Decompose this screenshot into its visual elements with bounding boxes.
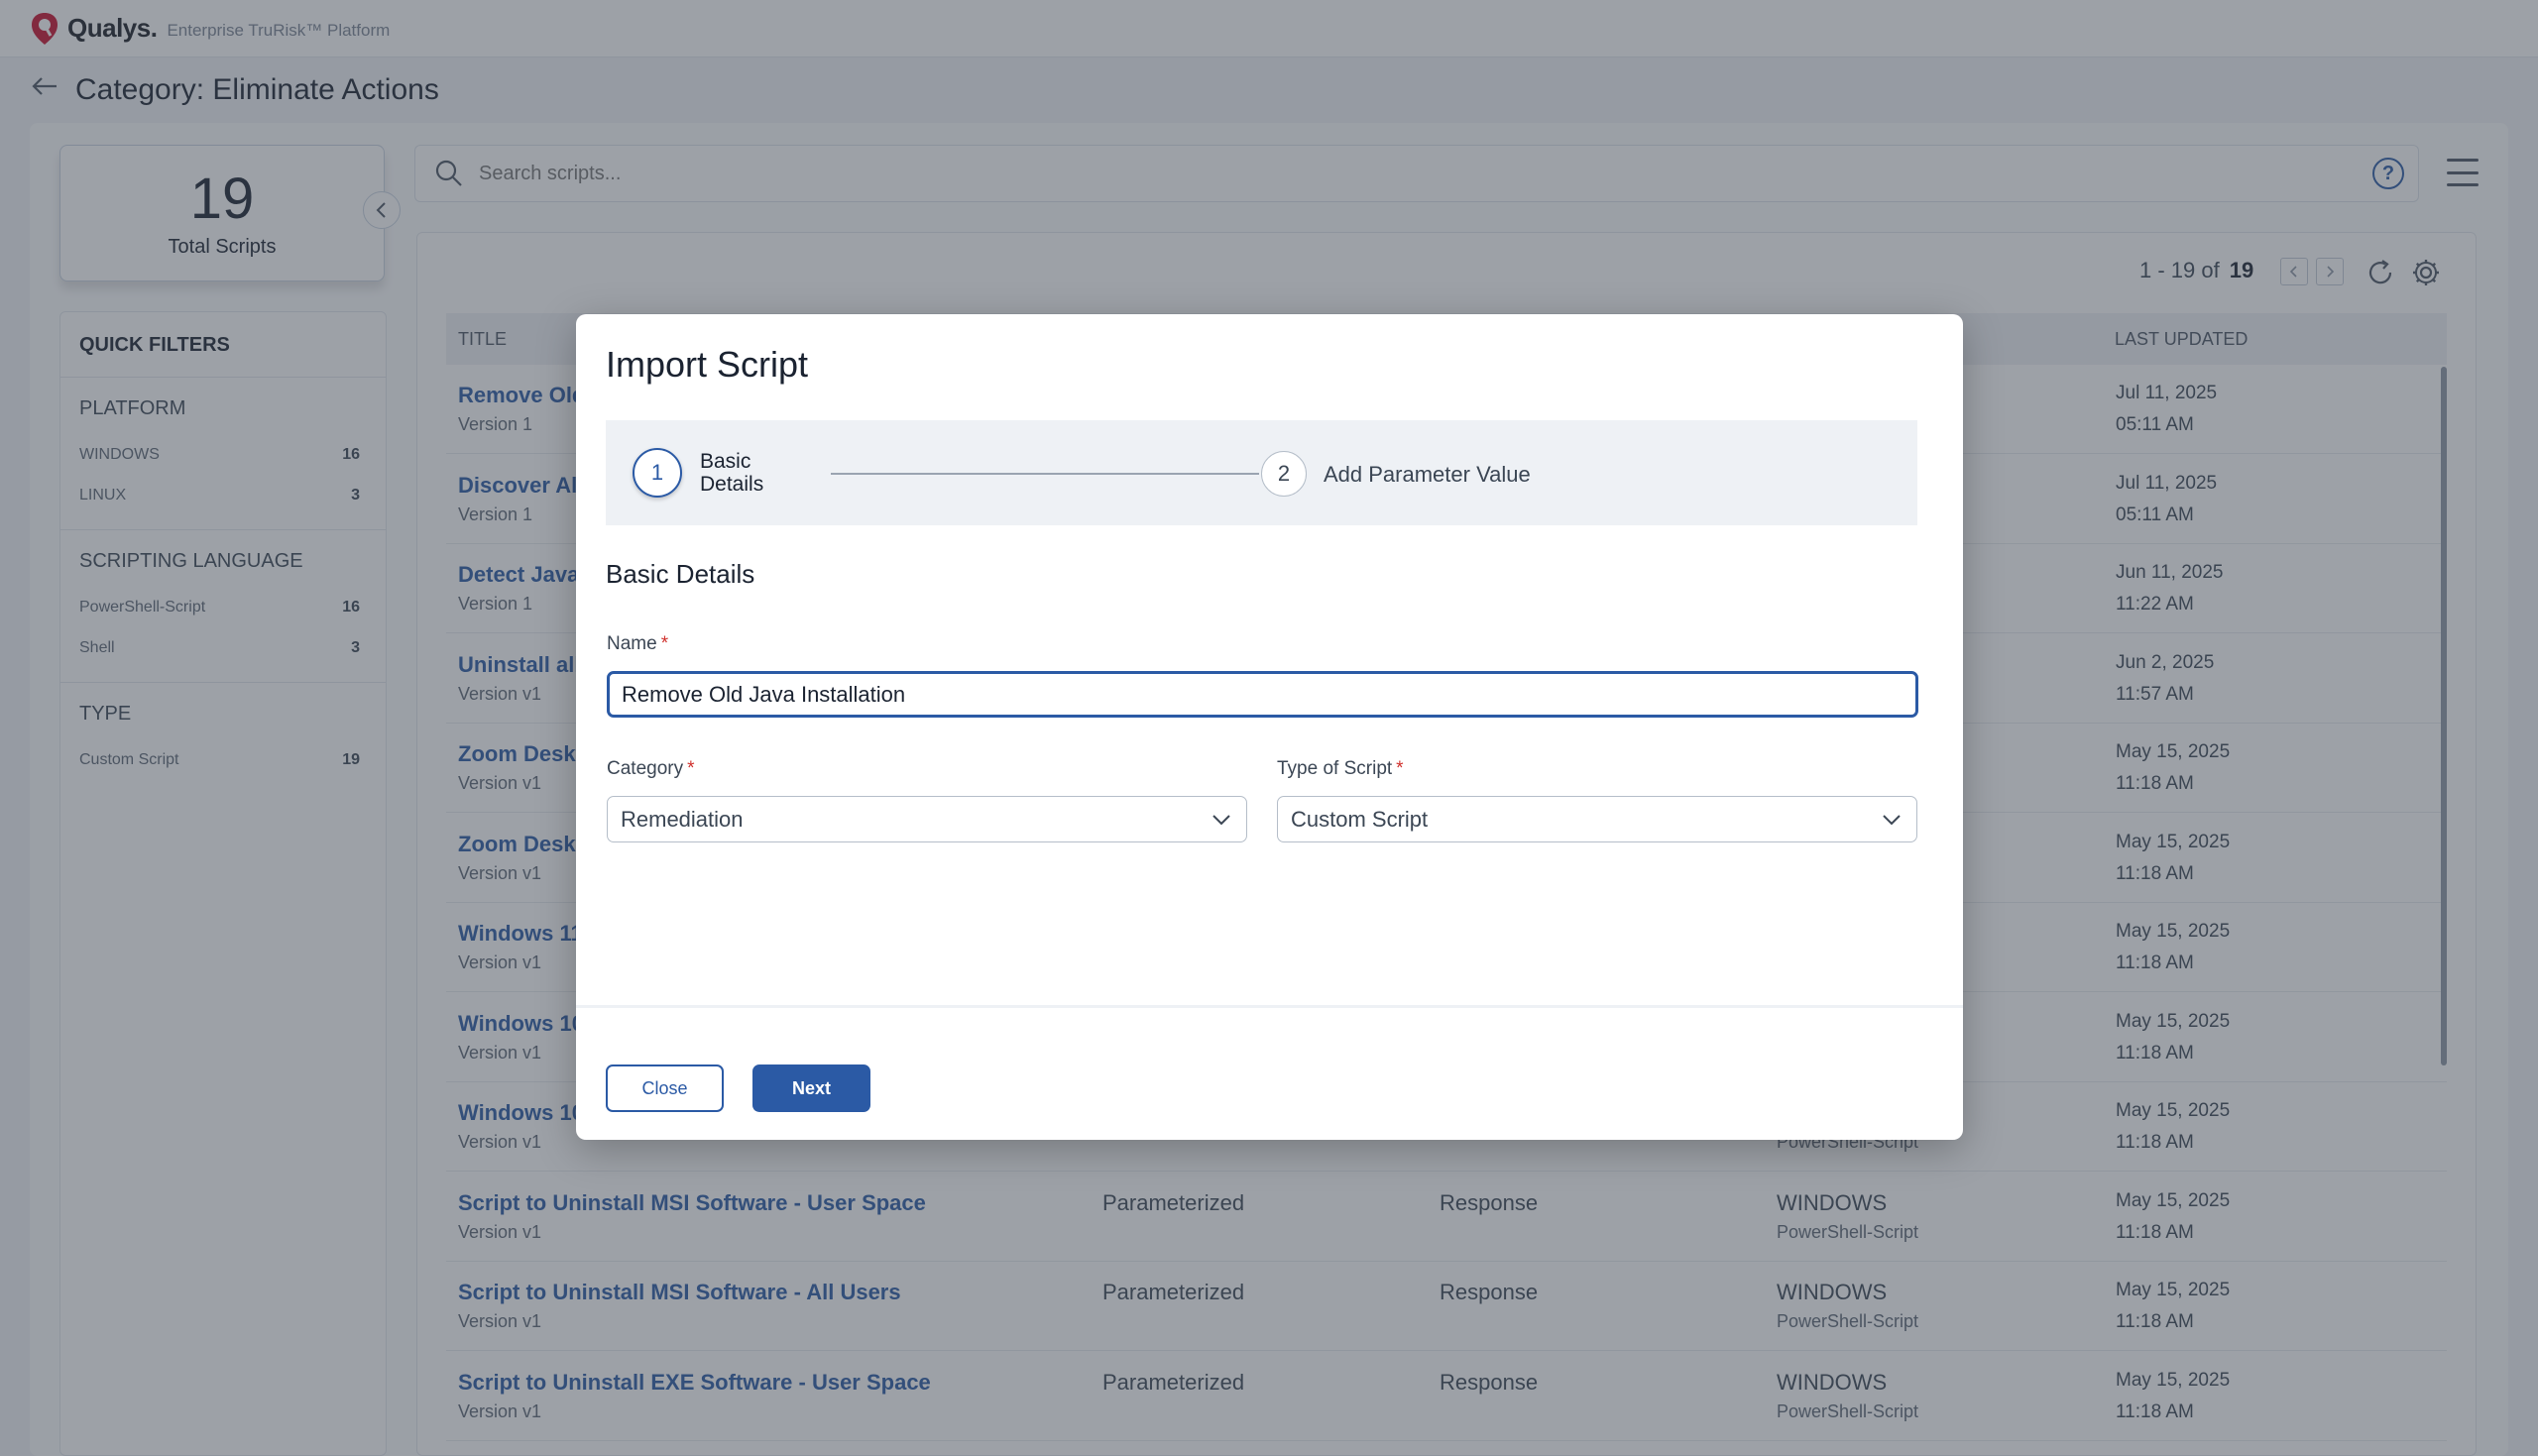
name-field-label: Name * [607,633,668,655]
category-selected-value: Remediation [621,806,744,832]
type-selected-value: Custom Script [1291,806,1429,832]
modal-title: Import Script [606,344,809,385]
step-2-label: Add Parameter Value [1324,462,1531,487]
chevron-down-icon [1883,815,1901,826]
category-select[interactable]: Remediation [607,796,1247,842]
step-connector [831,473,1259,475]
name-label-text: Name [607,633,657,654]
required-marker: * [687,758,695,779]
modal-footer-divider [576,1005,1963,1008]
category-field-label: Category * [607,758,695,780]
close-button[interactable]: Close [606,1064,724,1112]
step-2-indicator: 2 [1261,451,1307,497]
section-title: Basic Details [606,559,755,589]
type-label-text: Type of Script [1277,758,1393,779]
step-1-label: Basic Details [700,450,764,496]
category-label-text: Category [607,758,684,779]
chevron-down-icon [1212,815,1230,826]
name-input[interactable] [607,671,1918,718]
wizard-stepper: 1 Basic Details 2 Add Parameter Value [606,420,1917,525]
step-1-indicator: 1 [633,448,682,498]
import-script-modal: Import Script 1 Basic Details 2 Add Para… [576,314,1963,1140]
next-button[interactable]: Next [752,1064,870,1112]
type-of-script-select[interactable]: Custom Script [1277,796,1917,842]
type-field-label: Type of Script * [1277,758,1404,780]
required-marker: * [1396,758,1404,779]
required-marker: * [660,633,669,654]
